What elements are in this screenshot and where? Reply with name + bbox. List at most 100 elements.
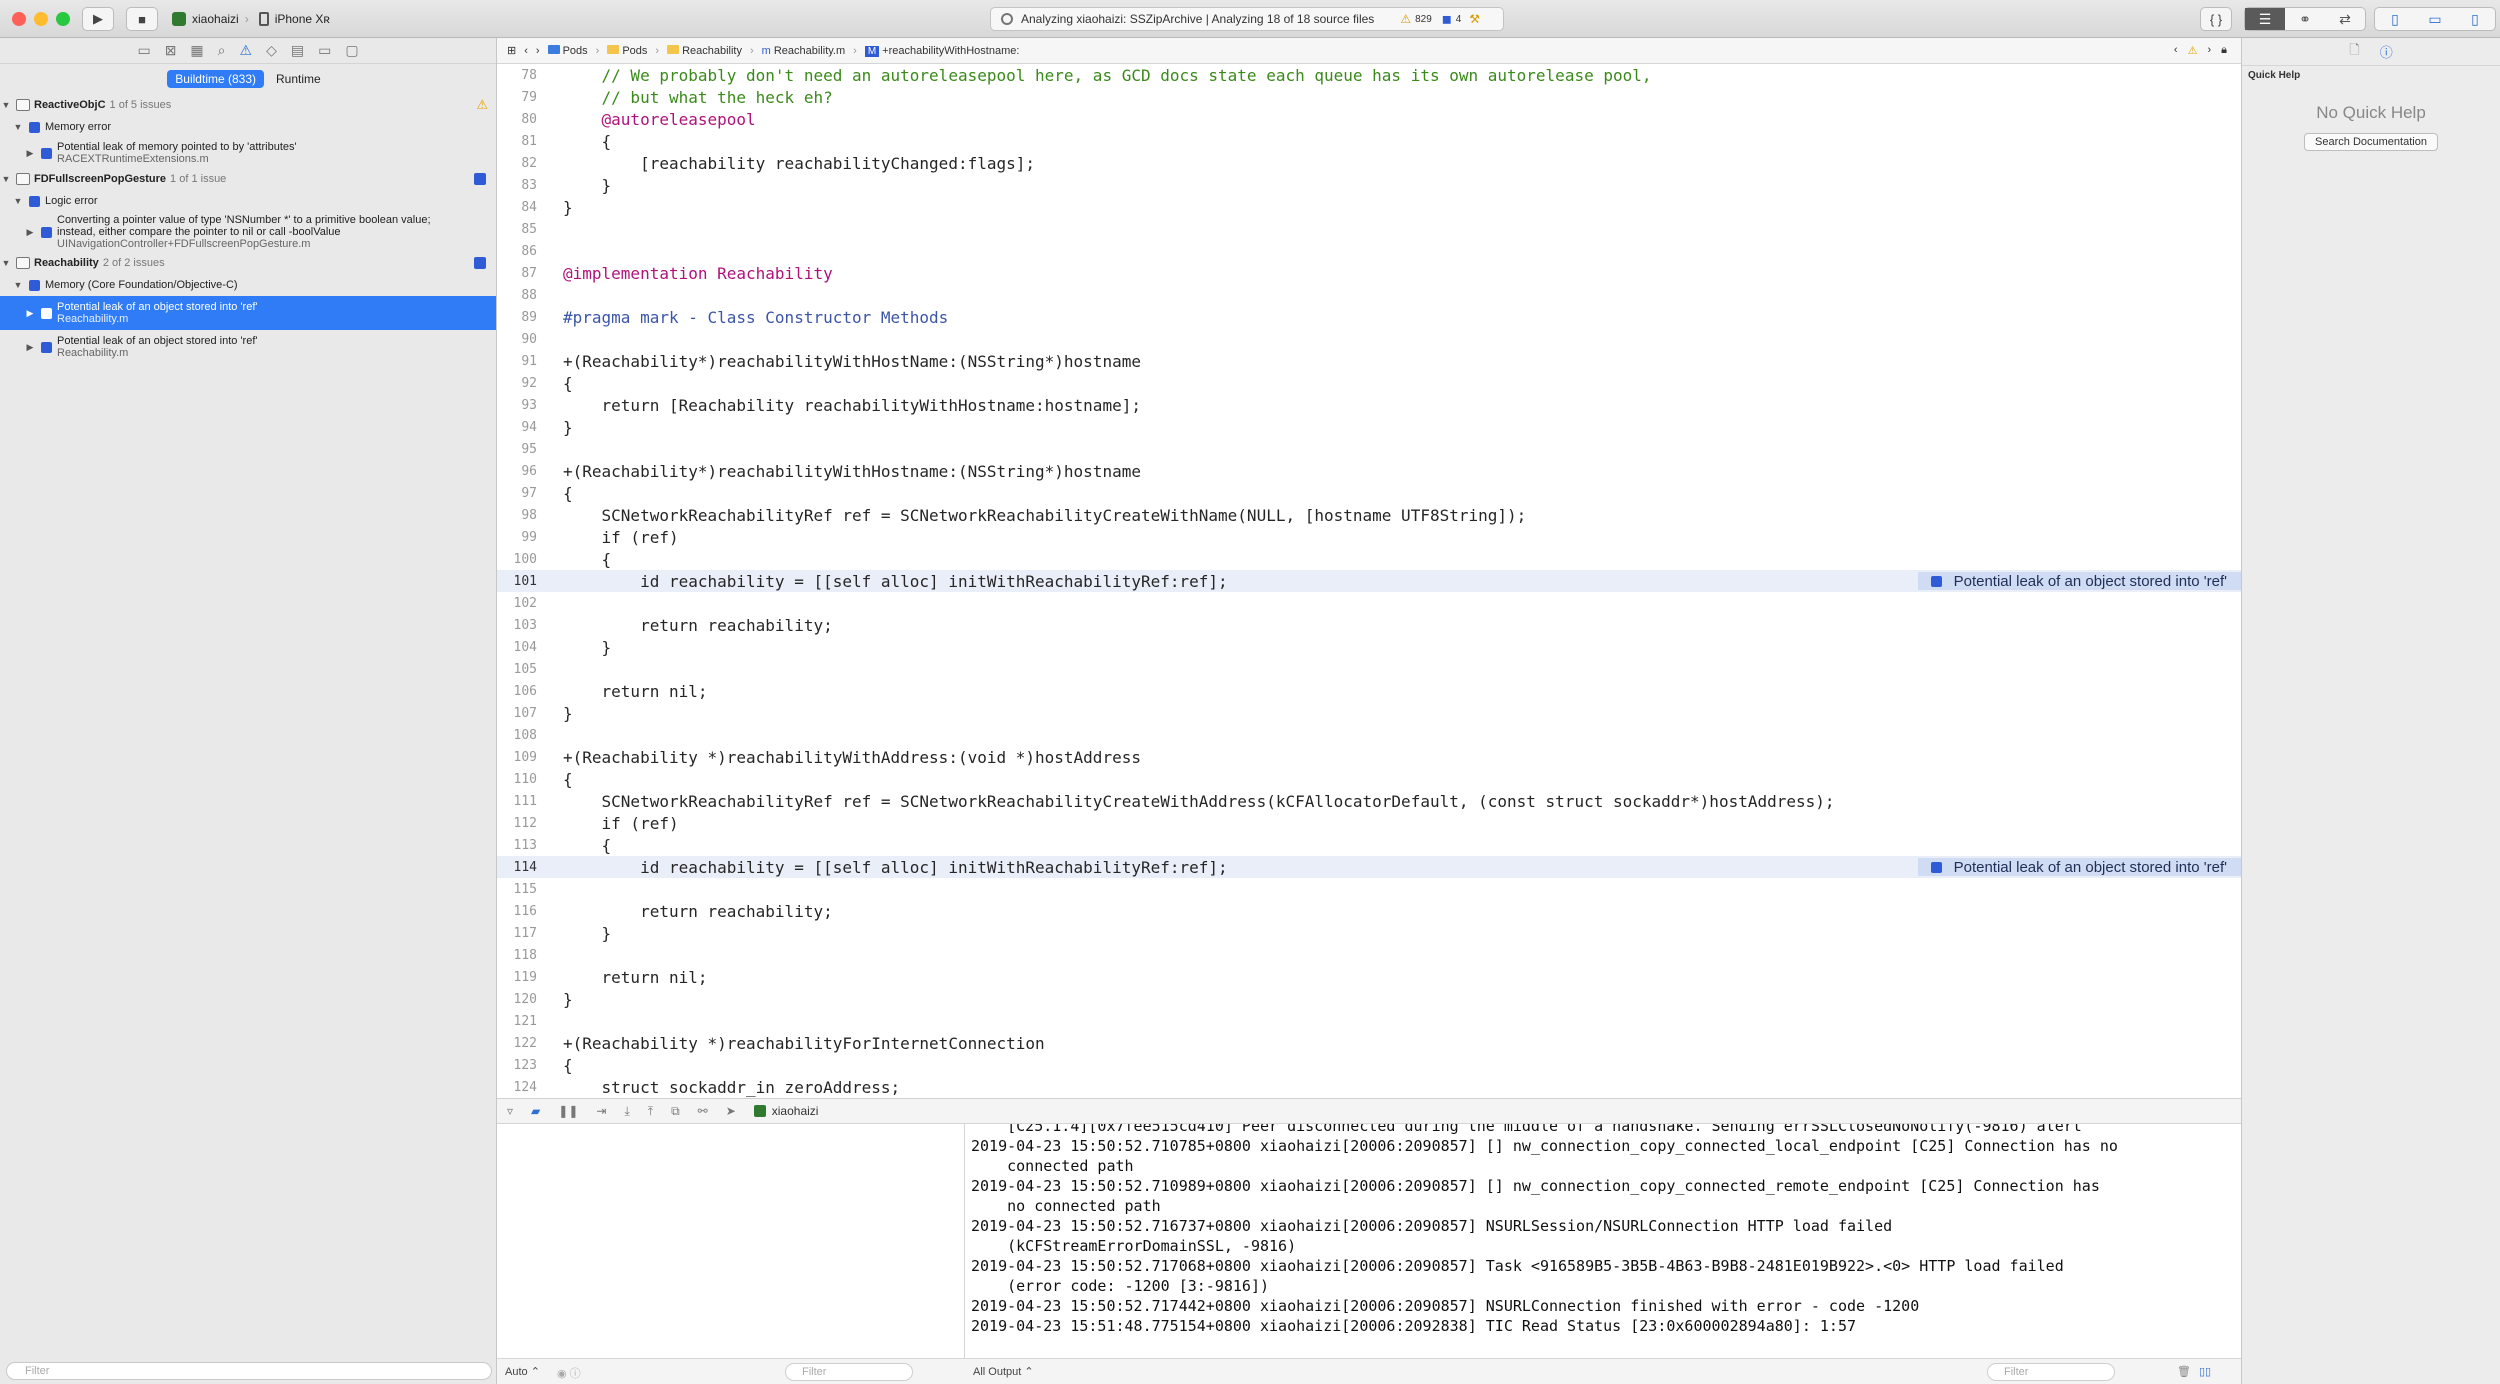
code-line[interactable]: 86 [497,240,2241,262]
warning-icon[interactable]: ⚠ [2188,44,2198,57]
line-number[interactable]: 120 [497,992,547,1007]
issue-scope-segment[interactable]: Buildtime (833) Runtime [0,64,496,94]
code-text[interactable]: id reachability = [[self alloc] initWith… [547,858,1228,877]
variables-view[interactable] [497,1124,965,1358]
disclosure-open-icon[interactable]: ▼ [0,174,12,184]
folder-icon[interactable]: ▭ [137,42,150,59]
line-number[interactable]: 106 [497,684,547,699]
code-line[interactable]: 116 return reachability; [497,900,2241,922]
navigator-toggle-icon[interactable]: ▯ [2375,8,2415,30]
line-number[interactable]: 111 [497,794,547,809]
breadcrumb-method[interactable]: M +reachabilityWithHostname: [864,45,1019,57]
code-line[interactable]: 114 id reachability = [[self alloc] init… [497,856,2241,878]
tab-runtime[interactable]: Runtime [268,70,329,88]
warning-icon[interactable]: ⚠ [1400,12,1411,26]
line-number[interactable]: 118 [497,948,547,963]
code-text[interactable]: } [547,176,612,195]
console-output[interactable]: [C25.1.4][0x7fee515cd410] Peer disconnec… [965,1124,2241,1358]
line-number[interactable]: 94 [497,420,547,435]
next-issue-icon[interactable]: › [2207,44,2211,57]
code-text[interactable]: +(Reachability*)reachabilityWithHostName… [547,352,1141,371]
code-line[interactable]: 117 } [497,922,2241,944]
code-text[interactable]: return nil; [547,968,708,987]
issue-group-reachability[interactable]: ▼ Reachability 2 of 2 issues [0,252,496,274]
debug-toggle-icon[interactable]: ▭ [2415,8,2455,30]
code-line[interactable]: 110{ [497,768,2241,790]
breadcrumb-folder[interactable]: Reachability [667,44,742,57]
code-line[interactable]: 99 if (ref) [497,526,2241,548]
code-text[interactable]: id reachability = [[self alloc] initWith… [547,572,1228,591]
code-text[interactable]: #pragma mark - Class Constructor Methods [547,308,948,327]
line-number[interactable]: 107 [497,706,547,721]
code-text[interactable]: } [547,704,573,723]
line-number[interactable]: 97 [497,486,547,501]
line-number[interactable]: 121 [497,1014,547,1029]
code-line[interactable]: 113 { [497,834,2241,856]
analyzer-icon[interactable]: ◼ [1442,12,1452,26]
code-line[interactable]: 106 return nil; [497,680,2241,702]
file-inspector-icon[interactable]: 🗋︎ [2349,41,2359,63]
view-debugger-icon[interactable]: ⧉ [671,1104,680,1119]
line-number[interactable]: 86 [497,244,547,259]
tab-buildtime[interactable]: Buildtime (833) [167,70,264,88]
previous-issue-icon[interactable]: ‹ [2174,44,2178,57]
code-line[interactable]: 119 return nil; [497,966,2241,988]
source-editor[interactable]: 78 // We probably don't need an autorele… [497,64,2241,1098]
line-number[interactable]: 88 [497,288,547,303]
code-text[interactable]: { [547,770,573,789]
report-icon[interactable]: ▢ [345,42,358,59]
line-number[interactable]: 80 [497,112,547,127]
variables-mode-select[interactable]: Auto ⌃ [505,1365,540,1378]
code-line[interactable]: 85 [497,218,2241,240]
close-window-button[interactable] [12,12,26,26]
code-line[interactable]: 80 @autoreleasepool [497,108,2241,130]
code-text[interactable]: struct sockaddr_in zeroAddress; [547,1078,901,1097]
line-number[interactable]: 93 [497,398,547,413]
code-line[interactable]: 124 struct sockaddr_in zeroAddress; [497,1076,2241,1098]
zoom-window-button[interactable] [56,12,70,26]
line-number[interactable]: 99 [497,530,547,545]
code-text[interactable]: { [547,132,612,151]
line-number[interactable]: 112 [497,816,547,831]
code-text[interactable]: +(Reachability*)reachabilityWithHostname… [547,462,1141,481]
code-line[interactable]: 100 { [497,548,2241,570]
activity-viewer[interactable]: Analyzing xiaohaizi: SSZipArchive | Anal… [990,7,1504,31]
line-number[interactable]: 82 [497,156,547,171]
line-number[interactable]: 79 [497,90,547,105]
code-line[interactable]: 111 SCNetworkReachabilityRef ref = SCNet… [497,790,2241,812]
code-text[interactable]: return reachability; [547,902,833,921]
source-control-icon[interactable]: ⊠ [165,42,177,59]
code-line[interactable]: 108 [497,724,2241,746]
process-selector[interactable]: xiaohaizi [753,1104,818,1118]
inspector-toggle-icon[interactable]: ▯ [2455,8,2495,30]
disclosure-open-icon[interactable]: ▼ [12,122,24,132]
code-text[interactable]: SCNetworkReachabilityRef ref = SCNetwork… [547,792,1835,811]
symbol-icon[interactable]: ▦ [190,42,203,59]
standard-editor-icon[interactable]: ☰ [2245,8,2285,30]
scheme-selector[interactable]: xiaohaizi › iPhone Xʀ [172,7,330,31]
eye-icon[interactable]: ◉ ⓘ [557,1365,581,1381]
version-editor-icon[interactable]: ⇄ [2325,8,2365,30]
code-line[interactable]: 83 } [497,174,2241,196]
disclosure-open-icon[interactable]: ▼ [0,100,12,110]
code-text[interactable]: { [547,836,612,855]
code-line[interactable]: 101 id reachability = [[self alloc] init… [497,570,2241,592]
disclosure-open-icon[interactable]: ▼ [12,280,24,290]
console-filter-input[interactable]: Filter [1987,1363,2115,1381]
line-number[interactable]: 103 [497,618,547,633]
line-number[interactable]: 100 [497,552,547,567]
assistant-editor-icon[interactable]: ⚭ [2285,8,2325,30]
line-number[interactable]: 98 [497,508,547,523]
line-number[interactable]: 104 [497,640,547,655]
output-mode-select[interactable]: All Output ⌃ [973,1365,1034,1378]
breadcrumb-file[interactable]: m Reachability.m [762,45,846,57]
line-number[interactable]: 81 [497,134,547,149]
issue-annotation[interactable]: Potential leak of an object stored into … [1917,572,2241,590]
stop-button[interactable]: ■ [126,7,158,31]
issue-annotation[interactable]: Potential leak of an object stored into … [1917,858,2241,876]
code-text[interactable]: } [547,990,573,1009]
code-line[interactable]: 98 SCNetworkReachabilityRef ref = SCNetw… [497,504,2241,526]
line-number[interactable]: 78 [497,68,547,83]
forward-icon[interactable]: › [536,45,540,57]
line-number[interactable]: 123 [497,1058,547,1073]
